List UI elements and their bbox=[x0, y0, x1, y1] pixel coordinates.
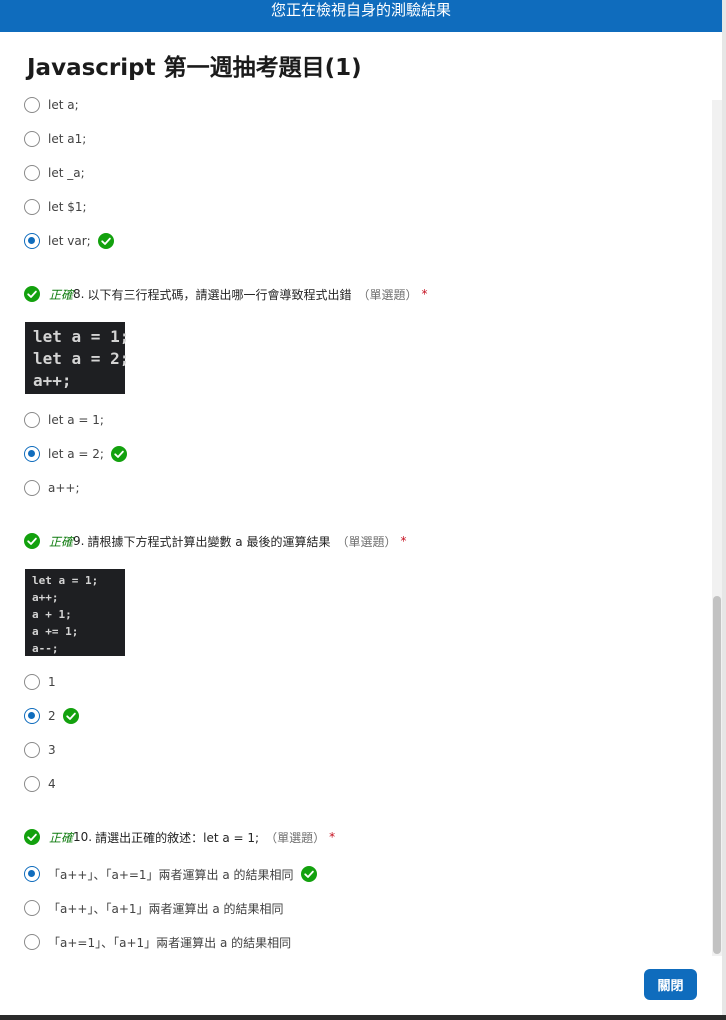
window-edge bbox=[722, 0, 726, 1020]
radio-button[interactable] bbox=[24, 776, 40, 792]
q10-option-3[interactable]: 「a+=1」、「a+1」兩者運算出 a 的結果相同 bbox=[24, 933, 291, 951]
option-label: a++; bbox=[48, 481, 80, 495]
correct-label: 正確 bbox=[49, 534, 74, 549]
radio-button[interactable] bbox=[24, 934, 40, 950]
question-text: 以下有三行程式碼，請選出哪一行會導致程式出錯 bbox=[87, 287, 352, 302]
code-line: a++; bbox=[32, 591, 59, 604]
q9-option-4[interactable]: 4 bbox=[24, 775, 56, 793]
option-label: 「a++」、「a+=1」兩者運算出 a 的結果相同 bbox=[48, 867, 294, 882]
question-number: 9. bbox=[73, 534, 85, 548]
correct-check-icon bbox=[24, 533, 40, 549]
option-label: let a1; bbox=[48, 132, 87, 146]
radio-button[interactable] bbox=[24, 900, 40, 916]
option-label: let var; bbox=[48, 234, 91, 248]
radio-button-selected[interactable] bbox=[24, 233, 40, 249]
radio-button[interactable] bbox=[24, 412, 40, 428]
banner-text: 您正在檢視自身的測驗結果 bbox=[270, 1, 451, 19]
banner-strip bbox=[0, 20, 722, 32]
q7-option-2[interactable]: let a1; bbox=[24, 130, 86, 148]
q8-option-2[interactable]: let a = 2; bbox=[24, 445, 127, 463]
scrollbar-thumb[interactable] bbox=[713, 596, 721, 954]
q7-option-3[interactable]: let _a; bbox=[24, 164, 85, 182]
code-line: let a = 2; bbox=[33, 349, 130, 368]
q9-option-1[interactable]: 1 bbox=[24, 673, 56, 691]
code-line: let a = 1; bbox=[32, 574, 99, 587]
q10-option-2[interactable]: 「a++」、「a+1」兩者運算出 a 的結果相同 bbox=[24, 899, 284, 917]
q9-header: 正確 9. 請根據下方程式計算出變數 a 最後的運算結果 （單選題） * bbox=[24, 532, 406, 550]
code-line: let a = 1; bbox=[33, 327, 130, 346]
q8-code-image: let a = 1; let a = 2; a++; bbox=[25, 322, 130, 394]
radio-button[interactable] bbox=[24, 480, 40, 496]
q10-option-1[interactable]: 「a++」、「a+=1」兩者運算出 a 的結果相同 bbox=[24, 865, 317, 883]
option-label: 4 bbox=[48, 777, 56, 791]
correct-check-icon bbox=[110, 446, 127, 462]
q7-option-4[interactable]: let $1; bbox=[24, 198, 87, 216]
correct-label: 正確 bbox=[49, 287, 74, 302]
q9-code-image: let a = 1; a++; a + 1; a += 1; a--; bbox=[25, 569, 125, 656]
correct-label: 正確 bbox=[49, 830, 74, 845]
option-label: 1 bbox=[48, 675, 56, 689]
q9-option-3[interactable]: 3 bbox=[24, 741, 56, 759]
code-line: a + 1; bbox=[32, 608, 72, 621]
radio-button-selected[interactable] bbox=[24, 866, 40, 882]
bottom-border bbox=[0, 1015, 726, 1020]
question-text: 請根據下方程式計算出變數 a 最後的運算結果 bbox=[87, 534, 331, 549]
radio-button[interactable] bbox=[24, 131, 40, 147]
q9-option-2[interactable]: 2 bbox=[24, 707, 79, 725]
radio-button-selected[interactable] bbox=[24, 708, 40, 724]
correct-check-icon bbox=[97, 233, 114, 249]
quiz-result-page: { "banner": { "text": "您正在檢視自身的測驗結果" }, … bbox=[0, 0, 726, 1020]
q7-option-5[interactable]: let var; bbox=[24, 232, 114, 250]
page-title-text: Javascript 第一週抽考題目(1) bbox=[27, 55, 362, 81]
question-type: （單選題） bbox=[265, 830, 326, 845]
correct-check-icon bbox=[62, 708, 79, 724]
option-label: let a = 1; bbox=[48, 413, 104, 427]
radio-button[interactable] bbox=[24, 674, 40, 690]
q7-option-1[interactable]: let a; bbox=[24, 96, 79, 114]
question-number: 10. bbox=[73, 830, 93, 844]
option-label: 3 bbox=[48, 743, 56, 757]
code-line: a += 1; bbox=[32, 625, 79, 638]
q10-header: 正確 10. 請選出正確的敘述：let a = 1; （單選題） * bbox=[24, 828, 335, 846]
code-line: a--; bbox=[32, 642, 59, 655]
required-marker: * bbox=[400, 534, 407, 548]
option-label: let a = 2; bbox=[48, 447, 104, 461]
code-line: a++; bbox=[33, 371, 72, 390]
correct-check-icon bbox=[300, 866, 317, 882]
radio-button[interactable] bbox=[24, 199, 40, 215]
option-label: 2 bbox=[48, 709, 56, 723]
q8-header: 正確 8. 以下有三行程式碼，請選出哪一行會導致程式出錯 （單選題） * bbox=[24, 285, 428, 303]
radio-button[interactable] bbox=[24, 742, 40, 758]
question-type: （單選題） bbox=[336, 534, 397, 549]
option-label: let $1; bbox=[48, 200, 87, 214]
question-type: （單選題） bbox=[357, 287, 418, 302]
option-label: 「a+=1」、「a+1」兩者運算出 a 的結果相同 bbox=[48, 935, 292, 950]
option-label: 「a++」、「a+1」兩者運算出 a 的結果相同 bbox=[48, 901, 284, 916]
option-label: let a; bbox=[48, 98, 79, 112]
correct-check-icon bbox=[24, 286, 40, 302]
correct-check-icon bbox=[24, 829, 40, 845]
q8-option-1[interactable]: let a = 1; bbox=[24, 411, 104, 429]
question-text: 請選出正確的敘述：let a = 1; bbox=[95, 830, 260, 845]
question-number: 8. bbox=[73, 287, 85, 301]
radio-button[interactable] bbox=[24, 97, 40, 113]
required-marker: * bbox=[329, 830, 336, 844]
close-button[interactable]: 關閉 bbox=[644, 969, 697, 1000]
required-marker: * bbox=[421, 287, 428, 301]
radio-button-selected[interactable] bbox=[24, 446, 40, 462]
q8-option-3[interactable]: a++; bbox=[24, 479, 80, 497]
option-label: let _a; bbox=[48, 166, 85, 180]
radio-button[interactable] bbox=[24, 165, 40, 181]
